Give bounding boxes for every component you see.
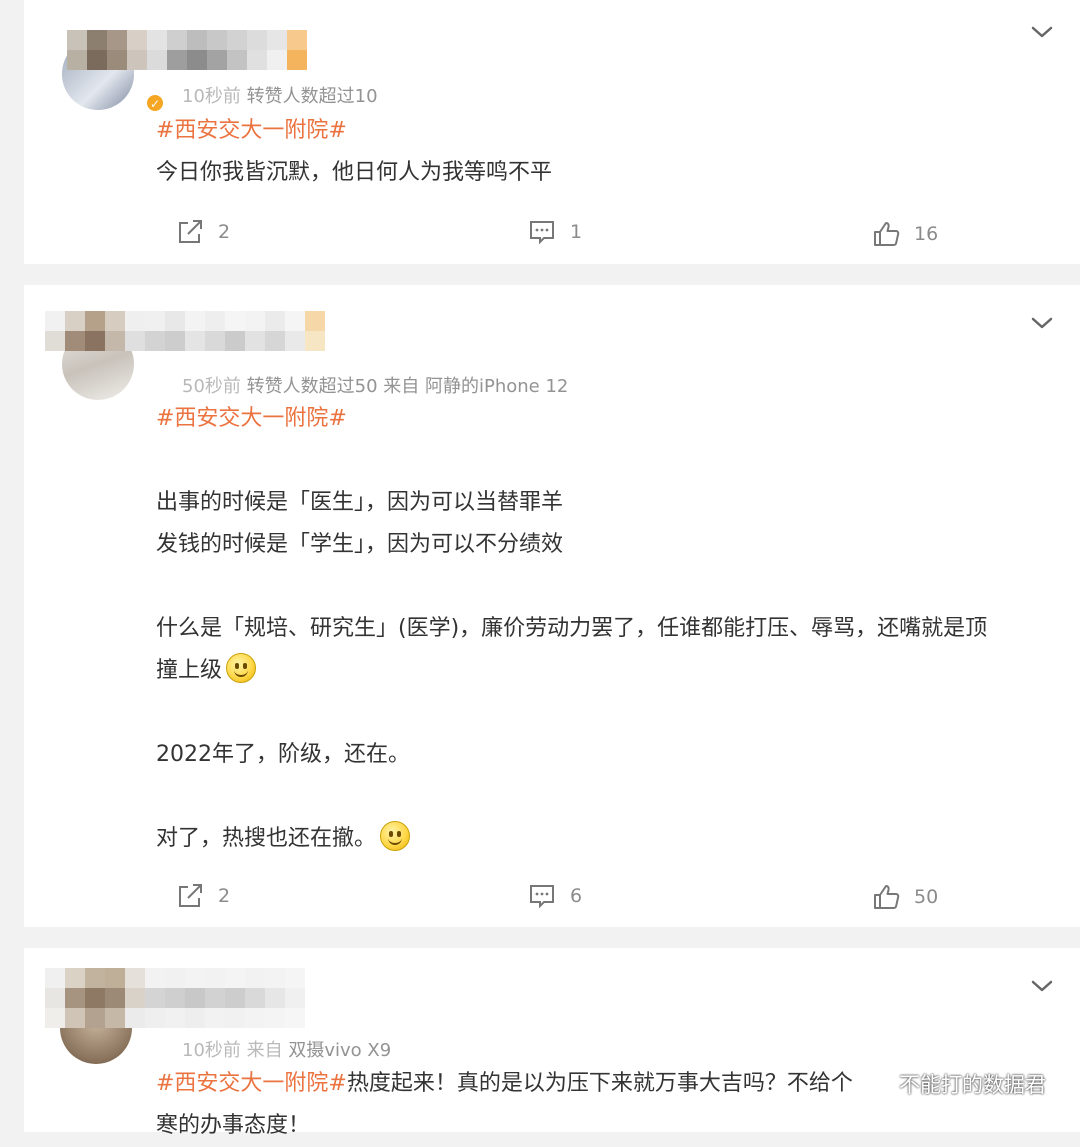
smiley-emoji <box>380 821 411 851</box>
username-blurred[interactable] <box>45 311 325 351</box>
smiley-emoji <box>226 653 257 683</box>
post-meta: 10秒前 来自 双摄vivo X9 <box>182 1040 392 1061</box>
comment-button[interactable]: 1 <box>528 218 582 246</box>
comment-icon <box>530 885 554 909</box>
post-meta: 50秒前 转赞人数超过50 来自 阿静的iPhone 12 <box>182 376 569 397</box>
post-card: ✓ 10秒前 转赞人数超过10 #西安交大一附院# 今日你我皆沉默，他日何人为我… <box>24 0 1080 264</box>
like-button[interactable]: 16 <box>872 220 938 248</box>
comment-icon <box>530 221 554 245</box>
chevron-down-icon[interactable] <box>1028 315 1056 331</box>
repost-icon <box>179 884 202 907</box>
post-meta: 10秒前 转赞人数超过10 <box>182 86 378 107</box>
post-card: 10秒前 来自 双摄vivo X9 #西安交大一附院#热度起来！真的是以为压下来… <box>24 948 1080 1138</box>
chevron-down-icon[interactable] <box>1028 978 1056 994</box>
watermark: 不能打的数据君 <box>859 1069 1046 1099</box>
username-blurred[interactable] <box>67 30 307 70</box>
username-blurred[interactable] <box>45 968 305 1028</box>
repost-button[interactable]: 2 <box>176 218 230 246</box>
like-icon <box>874 222 900 246</box>
post-content: #西安交大一附院# 出事的时候是「医生」，因为可以当替罪羊 发钱的时候是「学生」… <box>156 406 988 851</box>
chevron-down-icon[interactable] <box>1028 24 1056 40</box>
repost-button[interactable]: 2 <box>176 882 230 910</box>
repost-icon <box>179 220 202 243</box>
hashtag-link[interactable]: #西安交大一附院# <box>156 1071 347 1096</box>
hashtag-link[interactable]: #西安交大一附院# <box>156 406 347 431</box>
post-content: #西安交大一附院# 今日你我皆沉默，他日何人为我等鸣不平 <box>156 118 553 185</box>
comment-button[interactable]: 6 <box>528 882 582 910</box>
post-card: 50秒前 转赞人数超过50 来自 阿静的iPhone 12 #西安交大一附院# … <box>24 285 1080 927</box>
hashtag-link[interactable]: #西安交大一附院# <box>156 118 347 143</box>
like-icon <box>874 885 900 909</box>
wechat-logo-icon <box>860 1071 891 1096</box>
like-button[interactable]: 50 <box>872 883 938 911</box>
